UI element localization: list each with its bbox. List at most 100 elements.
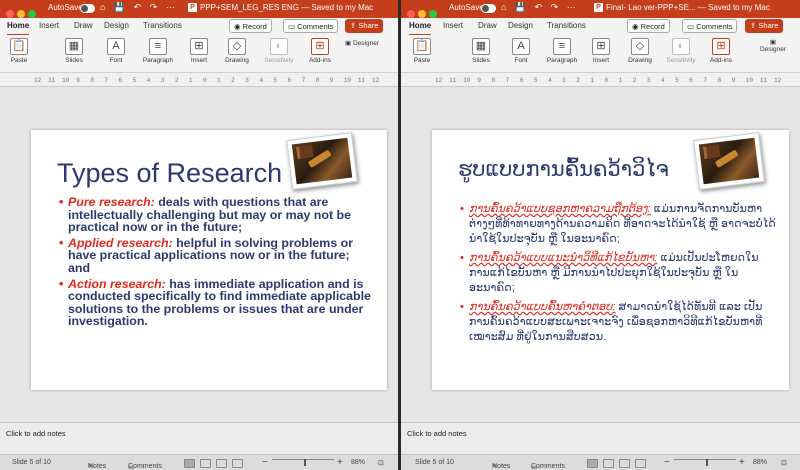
ribbon-tabs: Home Insert Draw Design Transitions ◉ Re… bbox=[401, 18, 800, 36]
ruler-tick-label: 5 bbox=[273, 77, 278, 84]
slide-canvas[interactable]: Types of Research Pure research: deals w… bbox=[0, 87, 398, 422]
slide-title[interactable]: ຮູບແບບການຄົ້ນຄວ້າວິໄຈ bbox=[458, 157, 669, 182]
paste-button[interactable]: 📋 Paste bbox=[2, 38, 36, 64]
horizontal-ruler[interactable]: 12 11 10 9 8 7 6 5 4 3 2 1 0 1 2 3 4 5 6 7 8 9 10 11 12 bbox=[401, 73, 800, 87]
maximize-window-button[interactable] bbox=[429, 10, 437, 18]
paragraph-button[interactable]: ≡ Paragraph bbox=[545, 38, 579, 64]
zoom-slider[interactable] bbox=[674, 459, 736, 460]
maximize-window-button[interactable] bbox=[28, 10, 36, 18]
insert-button[interactable]: ⊞ Insert bbox=[584, 38, 618, 64]
law-books-icon bbox=[296, 145, 314, 159]
zoom-slider[interactable] bbox=[272, 459, 334, 460]
tab-home[interactable]: Home bbox=[409, 21, 432, 36]
tab-design[interactable]: Design bbox=[104, 21, 129, 30]
tab-transitions[interactable]: Transitions bbox=[143, 21, 182, 30]
font-button[interactable]: A Font bbox=[99, 38, 133, 64]
ruler-tick-label: 5 bbox=[675, 77, 679, 84]
slides-icon: ▦ bbox=[472, 38, 490, 55]
notes-pane[interactable]: Click to add notes bbox=[0, 422, 398, 454]
bullet-list[interactable]: Pure research: deals with questions that… bbox=[59, 196, 375, 331]
comments-status-label: Comments bbox=[531, 463, 565, 470]
zoom-out-button[interactable]: − bbox=[664, 457, 670, 468]
designer-button[interactable]: ▣ Designer bbox=[345, 39, 385, 47]
drawing-button[interactable]: ◇ Drawing bbox=[220, 38, 254, 64]
left-powerpoint-window: AutoSave ⌂ 💾 ↶ ↷ ⋯ P PPP+SEM_LEG_RES ENG … bbox=[0, 0, 398, 470]
sensitivity-button[interactable]: ◐ Sensitivity bbox=[664, 38, 698, 64]
autosave-toggle[interactable] bbox=[80, 4, 95, 13]
slideshow-view-button[interactable] bbox=[635, 459, 646, 468]
normal-view-button[interactable] bbox=[587, 459, 598, 468]
drawing-button[interactable]: ◇ Drawing bbox=[623, 38, 657, 64]
tab-insert[interactable]: Insert bbox=[39, 21, 59, 30]
slide[interactable]: ຮູບແບບການຄົ້ນຄວ້າວິໄຈ ການຄົ້ນຄວ້າແບບຊອກຫ… bbox=[432, 130, 789, 390]
zoom-slider-handle[interactable] bbox=[304, 459, 306, 466]
fit-to-window-icon[interactable]: ⊡ bbox=[378, 459, 384, 467]
slide-title[interactable]: Types of Research bbox=[57, 158, 282, 189]
notes-label: Notes bbox=[88, 463, 107, 470]
reading-view-button[interactable] bbox=[619, 459, 630, 468]
tab-home[interactable]: Home bbox=[7, 21, 30, 36]
close-window-button[interactable] bbox=[407, 10, 415, 18]
insert-button[interactable]: ⊞ Insert bbox=[182, 38, 216, 64]
sensitivity-button[interactable]: ◐ Sensitivity bbox=[262, 38, 296, 64]
font-icon: A bbox=[107, 38, 125, 55]
tab-draw[interactable]: Draw bbox=[74, 21, 93, 30]
gavel-photo[interactable] bbox=[286, 132, 358, 190]
record-label: Record bbox=[242, 22, 267, 31]
paragraph-label: Paragraph bbox=[142, 57, 174, 64]
ruler-tick-label: 1 bbox=[618, 77, 623, 84]
addins-icon: ⊞ bbox=[712, 38, 730, 55]
slide-canvas[interactable]: ຮູບແບບການຄົ້ນຄວ້າວິໄຈ ການຄົ້ນຄວ້າແບບຊອກຫ… bbox=[401, 87, 800, 422]
minimize-window-button[interactable] bbox=[418, 10, 426, 18]
tab-insert[interactable]: Insert bbox=[443, 21, 463, 30]
zoom-slider-handle[interactable] bbox=[706, 459, 708, 466]
slide[interactable]: Types of Research Pure research: deals w… bbox=[31, 130, 387, 390]
slide-sorter-view-button[interactable] bbox=[603, 459, 614, 468]
zoom-level[interactable]: 88% bbox=[351, 459, 365, 466]
font-button[interactable]: A Font bbox=[504, 38, 538, 64]
designer-button[interactable]: ▣ Designer bbox=[751, 38, 795, 53]
font-label: Font bbox=[514, 57, 528, 64]
reading-view-button[interactable] bbox=[216, 459, 227, 468]
bullet-term: ການຄົ້ນຄວ້າແບບຊອກຫາຄວາມຖືກຕ້ອງ: bbox=[469, 203, 651, 215]
record-button[interactable]: ◉ Record bbox=[229, 19, 272, 33]
ruler-tick-label: 6 bbox=[287, 77, 292, 84]
tab-transitions[interactable]: Transitions bbox=[547, 21, 586, 30]
zoom-in-button[interactable]: + bbox=[337, 457, 343, 468]
addins-button[interactable]: ⊞ Add-ins bbox=[303, 38, 337, 64]
slides-button[interactable]: ▦ Slides bbox=[57, 38, 91, 64]
zoom-level[interactable]: 88% bbox=[753, 459, 767, 466]
ruler-tick-label: 12 bbox=[34, 77, 42, 84]
zoom-out-button[interactable]: − bbox=[262, 457, 268, 468]
tab-design[interactable]: Design bbox=[508, 21, 533, 30]
ribbon-toolbar: 📋 Paste ▦ Slides A Font ≡ Paragraph ⊞ Insert … bbox=[401, 35, 800, 73]
addins-button[interactable]: ⊞ Add-ins bbox=[704, 38, 738, 64]
fit-to-window-icon[interactable]: ⊡ bbox=[781, 459, 787, 467]
comments-button[interactable]: ▭ Comments bbox=[283, 19, 339, 33]
record-button[interactable]: ◉ Record bbox=[627, 19, 670, 33]
document-title: P Final- Lao ver-PPP+SE... — Saved to my … bbox=[594, 3, 770, 13]
quick-access-toolbar[interactable]: ⌂ 💾 ↶ ↷ ⋯ bbox=[501, 2, 579, 13]
slide-sorter-view-button[interactable] bbox=[200, 459, 211, 468]
gavel-photo[interactable] bbox=[693, 132, 765, 190]
minimize-window-button[interactable] bbox=[17, 10, 25, 18]
horizontal-ruler[interactable]: 12 11 10 9 8 7 6 5 4 3 2 1 0 1 2 3 4 5 6 7 8 9 10 11 12 bbox=[0, 73, 398, 87]
ruler-tick-label: 2 bbox=[576, 77, 580, 84]
tab-draw[interactable]: Draw bbox=[478, 21, 497, 30]
quick-access-toolbar[interactable]: ⌂ 💾 ↶ ↷ ⋯ bbox=[100, 2, 178, 13]
close-window-button[interactable] bbox=[6, 10, 14, 18]
paste-button[interactable]: 📋 Paste bbox=[405, 38, 439, 64]
autosave-toggle[interactable] bbox=[481, 4, 496, 13]
slideshow-view-button[interactable] bbox=[232, 459, 243, 468]
bullet-list[interactable]: ການຄົ້ນຄວ້າແບບຊອກຫາຄວາມຖືກຕ້ອງ: ແມ່ນການຈ… bbox=[460, 202, 777, 349]
share-button[interactable]: ⇪ Share bbox=[345, 19, 384, 33]
paste-label: Paste bbox=[413, 57, 431, 64]
slides-button[interactable]: ▦ Slides bbox=[464, 38, 498, 64]
notes-pane[interactable]: Click to add notes bbox=[401, 422, 800, 454]
normal-view-button[interactable] bbox=[184, 459, 195, 468]
comments-button[interactable]: ▭ Comments bbox=[682, 19, 738, 33]
ruler-tick-label: 11 bbox=[449, 77, 457, 84]
share-button[interactable]: ⇪ Share bbox=[745, 19, 784, 33]
paragraph-button[interactable]: ≡ Paragraph bbox=[141, 38, 175, 64]
zoom-in-button[interactable]: + bbox=[739, 457, 745, 468]
